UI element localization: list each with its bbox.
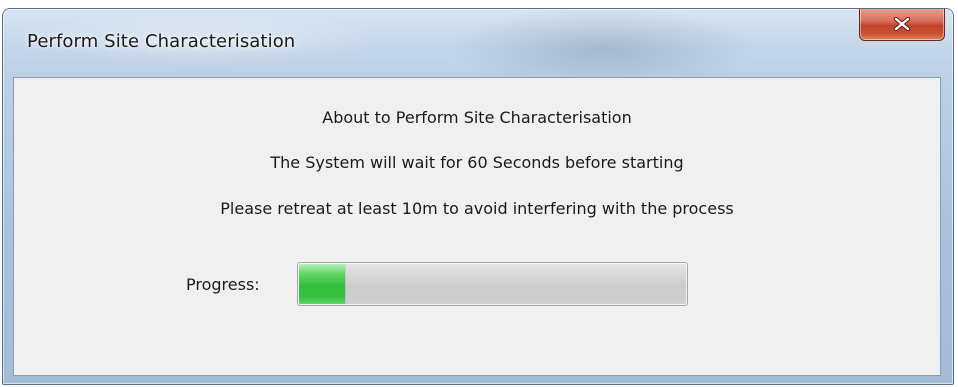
- dialog-window: Perform Site Characterisation About to P…: [2, 8, 954, 385]
- close-icon: [893, 17, 911, 31]
- progress-bar: [297, 262, 688, 306]
- message-wait-notice: The System will wait for 60 Seconds befo…: [270, 153, 684, 172]
- message-retreat-warning: Please retreat at least 10m to avoid int…: [220, 199, 734, 218]
- message-heading: About to Perform Site Characterisation: [322, 108, 632, 127]
- close-button[interactable]: [859, 9, 945, 41]
- window-title: Perform Site Characterisation: [27, 31, 296, 52]
- progress-label: Progress:: [186, 275, 260, 294]
- progress-fill: [299, 264, 345, 304]
- dialog-content: About to Perform Site Characterisation T…: [13, 77, 941, 376]
